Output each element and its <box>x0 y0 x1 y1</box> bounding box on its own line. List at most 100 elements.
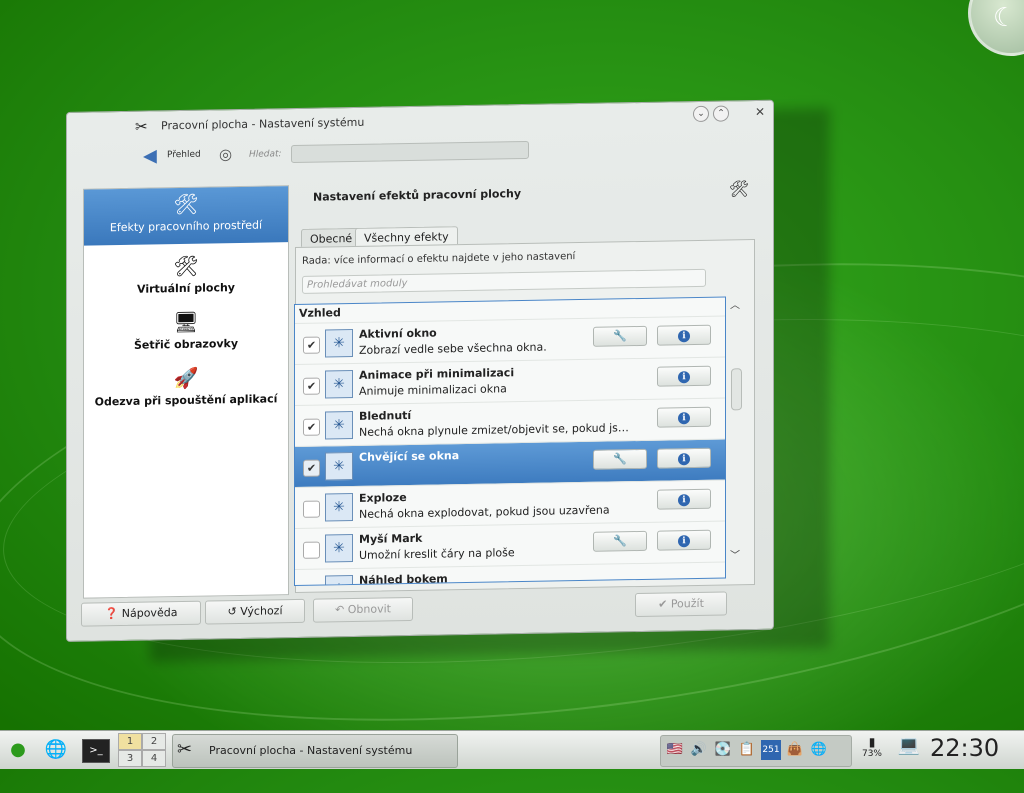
apply-button[interactable]: ✔ Použít <box>635 591 727 618</box>
effect-checkbox[interactable]: ✔ <box>303 336 320 354</box>
info-button[interactable]: i <box>657 488 711 510</box>
kwin-effect-icon: ✳ <box>325 328 353 358</box>
effect-checkbox[interactable]: ✔ <box>303 377 320 395</box>
clipboard-icon[interactable]: 📋 <box>737 740 757 760</box>
scroll-up-icon[interactable]: ︿ <box>730 296 740 311</box>
effect-checkbox[interactable]: ✔ <box>303 459 320 477</box>
battery-percent: 73% <box>861 749 882 759</box>
effect-description: Nechá okna explodovat, pokud jsou uzavře… <box>359 503 610 521</box>
terminal-icon[interactable]: >_ <box>82 739 110 763</box>
info-button[interactable]: i <box>657 365 711 387</box>
settings-pane: Nastavení efektů pracovní plochy 🛠 Obecn… <box>294 177 755 595</box>
effect-name: Myší Mark <box>359 531 423 546</box>
desktop-effects-icon: 🛠 <box>173 191 199 217</box>
effect-name: Exploze <box>359 491 407 505</box>
laptop-icon[interactable]: 💻 <box>894 735 924 765</box>
window-title: Pracovní plocha - Nastavení systému <box>161 115 365 133</box>
wallet-icon[interactable]: 👜 <box>785 740 805 760</box>
network-globe-icon[interactable]: 🌐 <box>809 740 829 760</box>
effect-description: Nechá okna plynule zmizet/objevit se, po… <box>359 421 629 439</box>
pager-desktop[interactable]: 3 <box>118 750 142 767</box>
tools-icon: ✂ <box>135 117 148 136</box>
search-label: Hledat: <box>249 149 282 160</box>
effect-name: Blednutí <box>359 408 412 423</box>
kwin-effect-icon: ✳ <box>325 574 353 587</box>
desktop-pager: 1 2 3 4 <box>118 733 168 767</box>
configure-button[interactable]: 🔧 <box>593 530 647 552</box>
category-item[interactable]: 🛠 Virtuální plochy <box>84 252 288 297</box>
volume-icon[interactable]: 🔊 <box>689 740 709 760</box>
category-item[interactable]: 🛠 Efekty pracovního prostředí <box>84 186 288 246</box>
binoculars-icon: ◎ <box>219 145 233 164</box>
defaults-button[interactable]: ↺ Výchozí <box>205 598 305 625</box>
keyboard-layout-icon[interactable]: 🇺🇸 <box>665 740 685 760</box>
category-list: 🛠 Efekty pracovního prostředí 🛠 Virtuáln… <box>83 185 289 599</box>
group-header: Vzhled <box>299 306 341 320</box>
kwin-effect-icon: ✳ <box>325 369 353 399</box>
effect-checkbox[interactable] <box>303 500 320 518</box>
virtual-desktops-icon: 🛠 <box>173 253 199 279</box>
maximize-button[interactable]: ⌃ <box>713 105 729 122</box>
taskbar: ● 🌐 >_ 1 2 3 4 ✂ Pracovní plocha - Nasta… <box>0 730 1024 769</box>
category-item[interactable]: 🚀 Odezva při spouštění aplikací <box>84 364 288 409</box>
effects-list: Vzhled ✔ ✳ Aktivní okno Zobrazí vedle se… <box>294 296 726 587</box>
info-button[interactable]: i <box>657 406 711 428</box>
back-arrow-icon[interactable]: ◀ <box>143 145 157 166</box>
category-label: Virtuální plochy <box>137 281 235 296</box>
search-input[interactable] <box>291 140 529 164</box>
filter-input[interactable]: Prohledávat moduly <box>302 268 706 294</box>
overview-button[interactable]: Přehled <box>167 150 201 161</box>
opensuse-menu-icon[interactable]: ● <box>4 737 32 763</box>
configure-button[interactable]: 🔧 <box>593 448 647 470</box>
kwin-effect-icon: ✳ <box>325 492 353 522</box>
taskbar-task[interactable]: ✂ Pracovní plocha - Nastavení systému <box>172 734 458 768</box>
system-settings-window: ✂ Pracovní plocha - Nastavení systému ⌄ … <box>66 99 774 642</box>
desktop-toolbox-icon[interactable]: ☾ <box>968 0 1024 56</box>
effect-name: Animace při minimalizaci <box>359 366 515 382</box>
help-button[interactable]: ❓ Nápověda <box>81 600 201 627</box>
info-button[interactable]: i <box>657 324 711 346</box>
browser-globe-icon[interactable]: 🌐 <box>42 737 70 763</box>
battery-indicator[interactable]: ▮ 73% <box>858 735 886 765</box>
pane-title: Nastavení efektů pracovní plochy <box>313 187 521 204</box>
pager-desktop[interactable]: 4 <box>142 750 166 767</box>
close-button[interactable]: ✕ <box>753 105 767 119</box>
effect-name: Náhled bokem <box>359 572 448 587</box>
kwin-effect-icon: ✳ <box>325 533 353 563</box>
pager-desktop[interactable]: 2 <box>142 733 166 750</box>
effect-description: Zobrazí vedle sebe všechna okna. <box>359 340 547 357</box>
effect-description: Umožní kreslit čáry na ploše <box>359 546 515 562</box>
category-label: Šetřič obrazovky <box>133 336 239 352</box>
tools-icon: ✂ <box>177 739 193 760</box>
info-button[interactable]: i <box>657 529 711 551</box>
category-label: Odezva při spouštění aplikací <box>94 392 278 409</box>
tab-general[interactable]: Obecné <box>301 227 362 247</box>
tab-all-effects[interactable]: Všechny efekty <box>355 226 458 246</box>
task-title: Pracovní plocha - Nastavení systému <box>209 744 413 757</box>
info-button[interactable]: i <box>657 447 711 469</box>
reset-button[interactable]: ↶ Obnovit <box>313 596 413 623</box>
effect-checkbox[interactable] <box>303 541 320 559</box>
category-label: Efekty pracovního prostředí <box>109 218 263 235</box>
kwin-effect-icon: ✳ <box>325 451 353 481</box>
effect-description: Animuje minimalizaci okna <box>359 382 507 398</box>
desktop-effects-icon: 🛠 <box>728 179 749 199</box>
battery-icon: ▮ <box>868 735 876 749</box>
device-notifier-icon[interactable]: 💽 <box>713 740 733 760</box>
clock[interactable]: 22:30 <box>930 734 999 762</box>
effect-name: Chvějící se okna <box>359 449 460 464</box>
minimize-button[interactable]: ⌄ <box>693 105 709 123</box>
scroll-down-icon[interactable]: ﹀ <box>730 546 740 561</box>
effect-checkbox[interactable]: ✔ <box>303 418 320 436</box>
effects-scrollbar[interactable]: ︿ ﹀ <box>728 296 744 576</box>
category-item[interactable]: 🖥 Šetřič obrazovky <box>84 308 288 353</box>
scrollbar-thumb[interactable] <box>731 368 742 411</box>
hint-text: Rada: více informací o efektu najdete v … <box>302 251 576 267</box>
pager-desktop[interactable]: 1 <box>118 733 142 750</box>
kwin-effect-icon: ✳ <box>325 410 353 440</box>
tab-content: Rada: více informací o efektu najdete v … <box>294 238 755 594</box>
updates-count-badge[interactable]: 251 <box>761 740 781 760</box>
configure-button[interactable]: 🔧 <box>593 325 647 347</box>
screensaver-icon: 🖥 <box>173 309 199 335</box>
effect-name: Aktivní okno <box>359 326 437 341</box>
